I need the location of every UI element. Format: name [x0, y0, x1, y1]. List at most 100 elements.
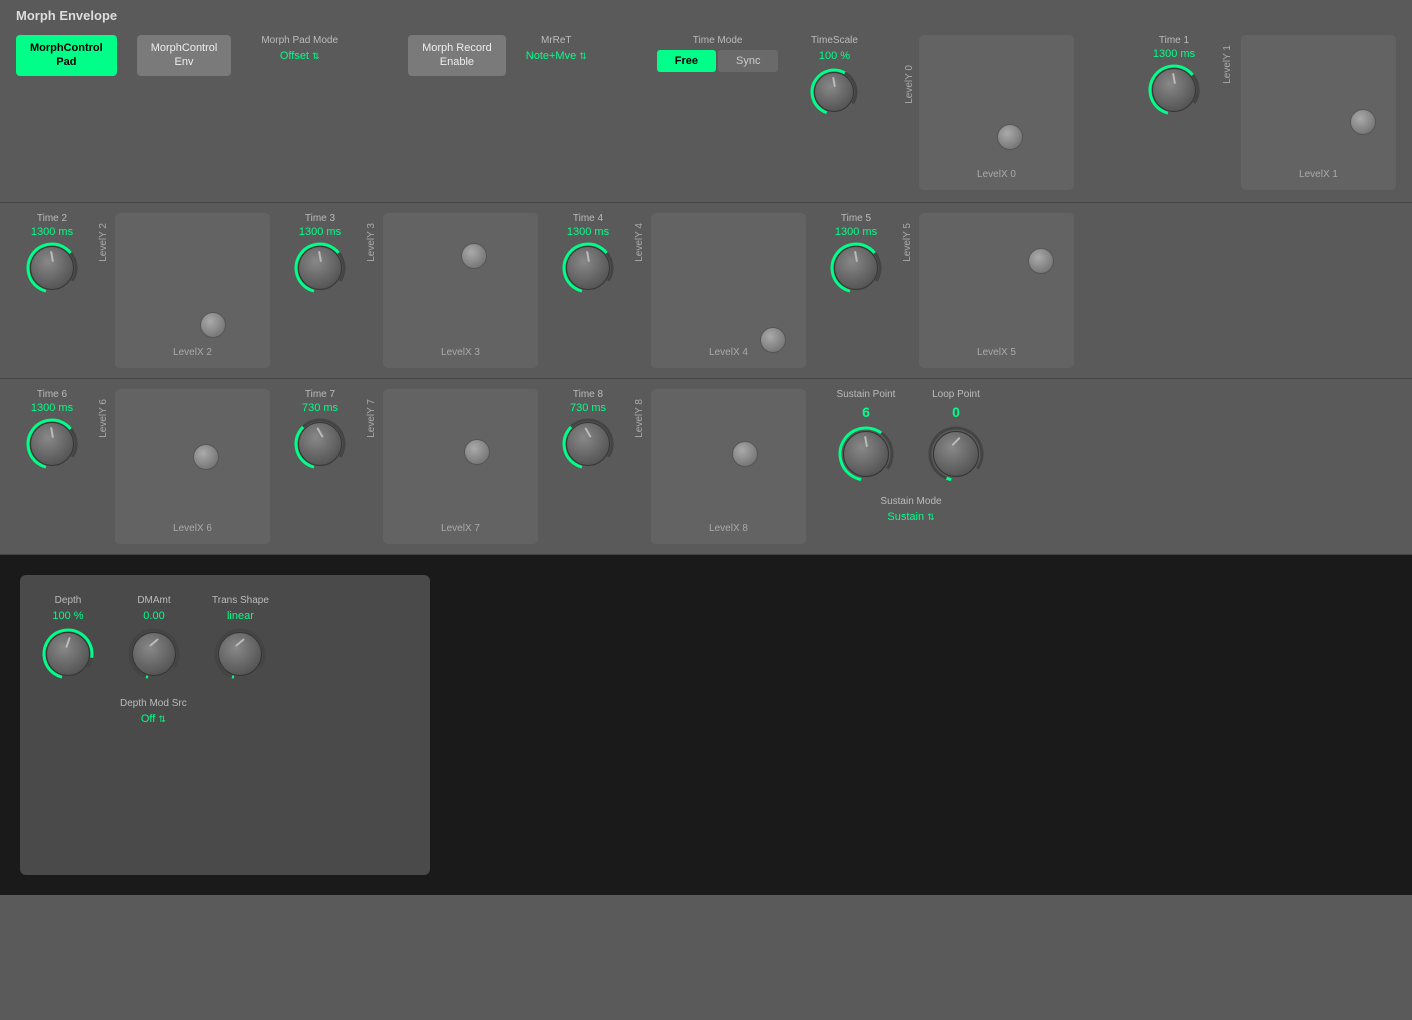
depth-mod-dropdown[interactable]: Off ⇅ [141, 713, 166, 725]
morph-control-env-button[interactable]: MorphControl Env [137, 35, 232, 76]
mrret-dropdown[interactable]: Note+Mve ⇅ [526, 50, 587, 62]
level5-box: LevelX 5 [919, 213, 1074, 368]
time3-knob-wrap [292, 240, 348, 296]
level0-group: LevelY 0 LevelX 0 [904, 35, 1074, 190]
time7-knob[interactable] [298, 422, 342, 466]
depth-mod-value: Off [141, 713, 155, 725]
level6-box: LevelX 6 [115, 389, 270, 544]
time1-knob[interactable] [1152, 68, 1196, 112]
mrret-arrow: ⇅ [579, 51, 587, 62]
level7-box: LevelX 7 [383, 389, 538, 544]
loop-point-label: Loop Point [932, 389, 980, 400]
morph-record-enable-group: Morph Record Enable [408, 35, 506, 76]
time5-knob[interactable] [834, 246, 878, 290]
time8-knob[interactable] [566, 422, 610, 466]
dmamt-group: DMAmt 0.00 [126, 595, 182, 682]
seg6-group: Time 6 1300 ms LevelY 6 LevelX 6 [12, 389, 270, 544]
time5-knob-group: Time 5 1300 ms [816, 213, 896, 296]
morph-pad-mode-dropdown[interactable]: Offset ⇅ [280, 50, 320, 62]
timescale-value: 100 % [819, 50, 850, 62]
morph-control-env-group: MorphControl Env [137, 35, 232, 76]
loop-knob[interactable] [933, 431, 979, 477]
sustain-mode-group: Sustain Mode Sustain ⇅ [836, 496, 986, 523]
level3-label: LevelX 3 [441, 347, 480, 358]
depth-knob[interactable] [46, 632, 90, 676]
time2-value: 1300 ms [31, 226, 73, 238]
level0-label: LevelX 0 [977, 169, 1016, 180]
timescale-group: TimeScale 100 % [808, 35, 860, 118]
time6-label: Time 6 [37, 389, 67, 400]
morph-pad-mode-value: Offset [280, 50, 309, 62]
level8-ball[interactable] [732, 441, 758, 467]
level8-box: LevelX 8 [651, 389, 806, 544]
level6-ball[interactable] [193, 444, 219, 470]
time2-knob-wrap [24, 240, 80, 296]
time8-knob-group: Time 8 730 ms [548, 389, 628, 472]
morph-control-pad-button[interactable]: MorphControl Pad [16, 35, 117, 76]
depth-value: 100 % [52, 610, 83, 622]
level1-ball[interactable] [1350, 109, 1376, 135]
seg4-group: Time 4 1300 ms LevelY 4 LevelX 4 [548, 213, 806, 368]
time2-label: Time 2 [37, 213, 67, 224]
level5-ball[interactable] [1028, 248, 1054, 274]
time-mode-sync-button[interactable]: Sync [718, 50, 778, 72]
row3: Time 6 1300 ms LevelY 6 LevelX 6 Time 7 … [0, 379, 1412, 555]
time3-label: Time 3 [305, 213, 335, 224]
depth-mod-arrow: ⇅ [158, 714, 166, 725]
seg7-group: Time 7 730 ms LevelY 7 LevelX 7 [280, 389, 538, 544]
depth-mod-group: Depth Mod Src Off ⇅ [120, 698, 187, 725]
mrret-group: MrReT Note+Mve ⇅ [526, 35, 587, 62]
morph-record-enable-button[interactable]: Morph Record Enable [408, 35, 506, 76]
level3-ball[interactable] [461, 243, 487, 269]
sustain-mode-dropdown[interactable]: Sustain ⇅ [887, 511, 934, 523]
time-mode-free-button[interactable]: Free [657, 50, 716, 72]
time1-knob-group: Time 1 1300 ms [1134, 35, 1214, 118]
dmamt-knob-wrap [126, 626, 182, 682]
time6-knob-wrap [24, 416, 80, 472]
bottom-section: Depth 100 % DMAmt 0.00 [0, 555, 1412, 895]
time3-value: 1300 ms [299, 226, 341, 238]
level3-y-label: LevelY 3 [366, 223, 377, 262]
level4-box: LevelX 4 [651, 213, 806, 368]
level2-box: LevelX 2 [115, 213, 270, 368]
depth-mod-label: Depth Mod Src [120, 698, 187, 709]
morph-pad-mode-label: Morph Pad Mode [261, 35, 338, 46]
time4-knob[interactable] [566, 246, 610, 290]
time7-knob-group: Time 7 730 ms [280, 389, 360, 472]
time6-knob[interactable] [30, 422, 74, 466]
level5-y-label: LevelY 5 [902, 223, 913, 262]
mrret-label: MrReT [541, 35, 572, 46]
time6-knob-group: Time 6 1300 ms [12, 389, 92, 472]
level0-box: LevelX 0 [919, 35, 1074, 190]
morph-pad-mode-group: Morph Pad Mode Offset ⇅ [261, 35, 338, 62]
time-mode-group: Time Mode Free Sync [657, 35, 779, 72]
mrret-value: Note+Mve [526, 50, 576, 62]
level1-box: LevelX 1 [1241, 35, 1396, 190]
level7-y-label: LevelY 7 [366, 399, 377, 438]
level2-label: LevelX 2 [173, 347, 212, 358]
sustain-knob[interactable] [843, 431, 889, 477]
level0-ball[interactable] [997, 124, 1023, 150]
time5-knob-wrap [828, 240, 884, 296]
sustain-knob-wrap [836, 424, 896, 484]
level2-ball[interactable] [200, 312, 226, 338]
level4-ball[interactable] [760, 327, 786, 353]
level8-y-label: LevelY 8 [634, 399, 645, 438]
time8-value: 730 ms [570, 402, 606, 414]
level6-y-label: LevelY 6 [98, 399, 109, 438]
level7-ball[interactable] [464, 439, 490, 465]
time3-knob[interactable] [298, 246, 342, 290]
time2-knob[interactable] [30, 246, 74, 290]
bottom-row1: Depth 100 % DMAmt 0.00 [40, 595, 410, 682]
top-section: MorphControl Pad MorphControl Env Morph … [0, 27, 1412, 203]
time1-group: Time 1 1300 ms LevelY 1 LevelX 1 [1134, 35, 1396, 190]
time8-label: Time 8 [573, 389, 603, 400]
seg3-group: Time 3 1300 ms LevelY 3 LevelX 3 [280, 213, 538, 368]
dmamt-knob[interactable] [132, 632, 176, 676]
trans-knob-wrap [212, 626, 268, 682]
sustain-loop-row: Sustain Point 6 Loop Point 0 [836, 389, 986, 484]
bottom-row2: Depth Mod Src Off ⇅ [40, 698, 410, 725]
level0-y-label: LevelY 0 [904, 65, 915, 104]
loop-point-value: 0 [952, 404, 960, 420]
level3-box: LevelX 3 [383, 213, 538, 368]
